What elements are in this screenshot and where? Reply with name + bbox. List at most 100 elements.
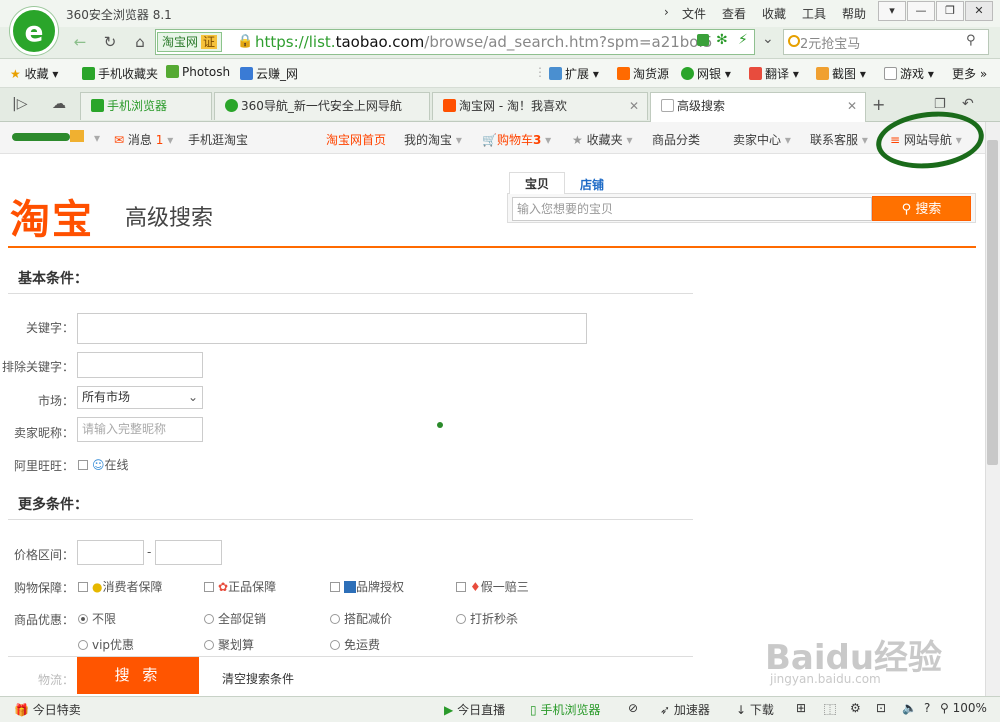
lightning-icon[interactable]: ⚡ bbox=[738, 32, 748, 48]
tab-taobao[interactable]: 淘宝网 - 淘！我喜欢 ✕ bbox=[432, 92, 648, 120]
radio[interactable] bbox=[78, 640, 88, 650]
bookmark-yunzhuan[interactable]: 云赚_网 bbox=[240, 65, 298, 82]
checkbox[interactable] bbox=[456, 582, 466, 592]
scrollbar-thumb[interactable] bbox=[987, 140, 998, 465]
promo-any-radio[interactable]: 不限 bbox=[78, 610, 116, 627]
item-search-input[interactable]: 输入您想要的宝贝 bbox=[512, 197, 872, 221]
clear-conditions-link[interactable]: 清空搜索条件 bbox=[222, 670, 294, 687]
menu-tools[interactable]: 工具 bbox=[802, 5, 826, 22]
tab-360-navigation[interactable]: 360导航_新一代安全上网导航 bbox=[214, 92, 430, 120]
today-deals[interactable]: 🎁 今日特卖 bbox=[14, 701, 81, 718]
refresh-icon[interactable]: ↻ bbox=[98, 31, 122, 53]
bookmark-photoshop[interactable]: Photosh bbox=[166, 65, 230, 79]
market-select[interactable]: 所有市场 ⌄ bbox=[77, 386, 203, 409]
status-compass-icon[interactable]: ⊘ bbox=[628, 701, 638, 715]
sidebar-toggle-icon[interactable]: |▷ bbox=[12, 96, 27, 112]
guarantee-brand-checkbox[interactable]: 品牌授权 bbox=[330, 578, 404, 595]
advanced-search-button[interactable]: 搜 索 bbox=[77, 657, 199, 694]
menu-favorites[interactable]: 收藏 bbox=[762, 5, 786, 22]
home-icon[interactable]: ⌂ bbox=[128, 31, 152, 53]
checkbox[interactable] bbox=[78, 582, 88, 592]
checkbox[interactable] bbox=[330, 582, 340, 592]
toolbar-translate[interactable]: 翻译 ▾ bbox=[749, 65, 799, 82]
bookmark-favorites[interactable]: ★ 收藏 ▾ bbox=[10, 65, 58, 82]
tab-mobile-browser[interactable]: 手机浏览器 bbox=[80, 92, 212, 120]
promo-bundle-radio[interactable]: 搭配减价 bbox=[330, 610, 392, 627]
guarantee-genuine-checkbox[interactable]: ✿正品保障 bbox=[204, 578, 276, 595]
radio[interactable] bbox=[204, 640, 214, 650]
tab-advanced-search[interactable]: 高级搜索 ✕ bbox=[650, 92, 866, 122]
promo-juhuasuan-radio[interactable]: 聚划算 bbox=[204, 636, 254, 653]
toolbar-screenshot[interactable]: 截图 ▾ bbox=[816, 65, 866, 82]
promo-free-shipping-radio[interactable]: 免运费 bbox=[330, 636, 380, 653]
guarantee-fake-compensation-checkbox[interactable]: ♦假一赔三 bbox=[456, 578, 529, 595]
search-engine-icon[interactable] bbox=[788, 35, 800, 47]
status-translate-icon[interactable]: ⿰ bbox=[824, 701, 836, 718]
promo-discount-radio[interactable]: 打折秒杀 bbox=[456, 610, 518, 627]
radio[interactable] bbox=[78, 614, 88, 624]
toolbar-bank[interactable]: 网银 ▾ bbox=[681, 65, 731, 82]
radio[interactable] bbox=[330, 640, 340, 650]
checkbox[interactable] bbox=[204, 582, 214, 592]
skin-button[interactable]: ▾ bbox=[878, 1, 906, 21]
menu-help[interactable]: 帮助 bbox=[842, 5, 866, 22]
radio[interactable] bbox=[456, 614, 466, 624]
close-button[interactable]: ✕ bbox=[965, 1, 993, 21]
close-tab-icon[interactable]: ✕ bbox=[629, 93, 639, 119]
exclude-keyword-input[interactable] bbox=[77, 352, 203, 378]
status-layout-icon[interactable]: ⊞ bbox=[796, 701, 806, 715]
radio[interactable] bbox=[204, 614, 214, 624]
today-live[interactable]: ▶ 今日直播 bbox=[444, 701, 505, 718]
search-icon[interactable]: ⚲ bbox=[966, 33, 976, 48]
menu-view[interactable]: 查看 bbox=[722, 5, 746, 22]
radio[interactable] bbox=[330, 614, 340, 624]
status-page-icon[interactable]: ⊡ bbox=[876, 701, 886, 715]
checkbox[interactable] bbox=[78, 460, 88, 470]
promo-all-radio[interactable]: 全部促销 bbox=[204, 610, 266, 627]
qr-icon[interactable] bbox=[697, 34, 709, 46]
nav-seller-center[interactable]: 卖家中心 ▾ bbox=[733, 131, 791, 148]
nav-customer-service[interactable]: 联系客服 ▾ bbox=[810, 131, 868, 148]
new-tab-icon[interactable]: + bbox=[872, 95, 885, 114]
toolbar-games[interactable]: 游戏 ▾ bbox=[884, 65, 934, 82]
tab-item-search[interactable]: 宝贝 bbox=[509, 172, 565, 194]
nav-my-taobao[interactable]: 我的淘宝 ▾ bbox=[404, 131, 462, 148]
maximize-button[interactable]: ❐ bbox=[936, 1, 964, 21]
promo-vip-radio[interactable]: vip优惠 bbox=[78, 636, 134, 653]
bookmark-mobile-favorites[interactable]: 手机收藏夹 bbox=[82, 65, 158, 82]
status-download[interactable]: ↓ 下载 bbox=[736, 701, 774, 718]
nav-mobile-taobao[interactable]: 手机逛淘宝 bbox=[188, 131, 248, 148]
close-tab-icon[interactable]: ✕ bbox=[847, 93, 857, 119]
address-dropdown-icon[interactable]: ⌄ bbox=[762, 31, 774, 47]
status-speaker-icon[interactable]: 🔈 bbox=[902, 701, 917, 715]
status-settings-icon[interactable]: ⚙ bbox=[850, 701, 861, 715]
nav-categories[interactable]: 商品分类 bbox=[652, 131, 700, 148]
zoom-level[interactable]: ⚲ 100% bbox=[940, 701, 987, 715]
nav-messages[interactable]: ✉ 消息 1 ▾ bbox=[114, 131, 173, 148]
status-help-icon[interactable]: ? bbox=[924, 701, 930, 715]
url-text[interactable]: https://list.taobao.com/browse/ad_search… bbox=[255, 33, 713, 51]
undo-close-icon[interactable]: ↶ bbox=[962, 96, 974, 112]
price-max-input[interactable] bbox=[155, 540, 222, 565]
toolbar-taohuoyuan[interactable]: 淘货源 bbox=[617, 65, 669, 82]
item-search-button[interactable]: ⚲ 搜索 bbox=[872, 196, 971, 221]
guarantee-consumer-checkbox[interactable]: ●消费者保障 bbox=[78, 578, 163, 595]
minimize-button[interactable]: — bbox=[907, 1, 935, 21]
speed-icon[interactable]: ✻ bbox=[716, 32, 728, 48]
tab-list-icon[interactable]: ❐ bbox=[934, 97, 946, 112]
price-min-input[interactable] bbox=[77, 540, 144, 565]
toolbar-extensions[interactable]: 扩展 ▾ bbox=[549, 65, 599, 82]
nav-cart[interactable]: 🛒购物车3 ▾ bbox=[482, 131, 551, 148]
menu-prev-arrow-icon[interactable]: › bbox=[664, 5, 669, 19]
toolbar-more[interactable]: 更多 » bbox=[952, 65, 987, 82]
taobao-logo[interactable]: 淘宝 bbox=[10, 187, 94, 245]
status-accelerator[interactable]: ➶ 加速器 bbox=[660, 701, 710, 718]
wangwang-online-checkbox[interactable]: ☺在线 bbox=[78, 456, 129, 473]
nav-favorites[interactable]: ★ 收藏夹 ▾ bbox=[572, 131, 632, 148]
tab-shop-search[interactable]: 店铺 bbox=[580, 176, 604, 193]
nav-taobao-home[interactable]: 淘宝网首页 bbox=[326, 131, 386, 148]
status-mobile-browser[interactable]: ▯ 手机浏览器 bbox=[530, 701, 600, 718]
site-identity-badge[interactable]: 淘宝网证 bbox=[157, 32, 223, 52]
seller-nick-input[interactable]: 请输入完整昵称 bbox=[77, 417, 203, 442]
menu-file[interactable]: 文件 bbox=[682, 5, 706, 22]
